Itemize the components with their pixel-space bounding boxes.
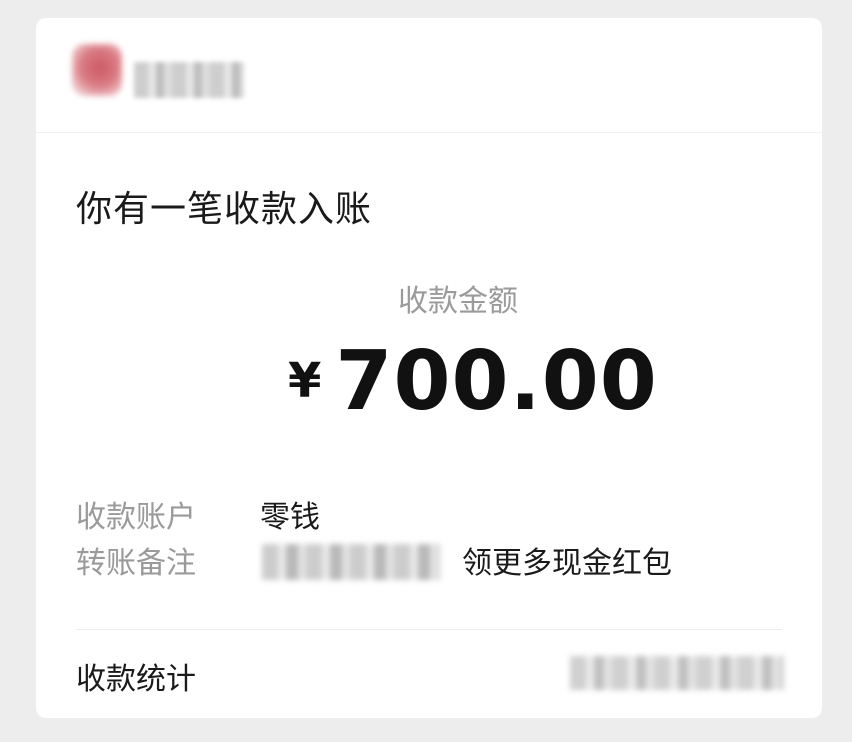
payment-notification-card: 你有一笔收款入账 收款金额 ¥ 700.00 收款账户 零钱 转账备注 领更多现… <box>36 18 822 718</box>
stats-link[interactable]: 收款统计 <box>76 654 196 698</box>
remark-redacted <box>262 544 440 580</box>
sender-avatar <box>72 44 122 96</box>
account-value: 零钱 <box>260 500 320 535</box>
divider <box>76 629 782 630</box>
amount-display: ¥ 700.00 <box>288 333 658 429</box>
sender-name-redacted <box>134 62 244 98</box>
notification-title: 你有一笔收款入账 <box>76 189 373 230</box>
remark-label: 转账备注 <box>76 546 196 581</box>
amount-label: 收款金额 <box>398 284 518 319</box>
sender-header[interactable] <box>36 18 822 133</box>
account-label: 收款账户 <box>76 500 196 535</box>
stats-value-redacted <box>570 656 784 690</box>
remark-value: 领更多现金红包 <box>462 546 672 581</box>
currency-symbol: ¥ <box>288 353 322 409</box>
amount-value: 700.00 <box>335 333 658 429</box>
